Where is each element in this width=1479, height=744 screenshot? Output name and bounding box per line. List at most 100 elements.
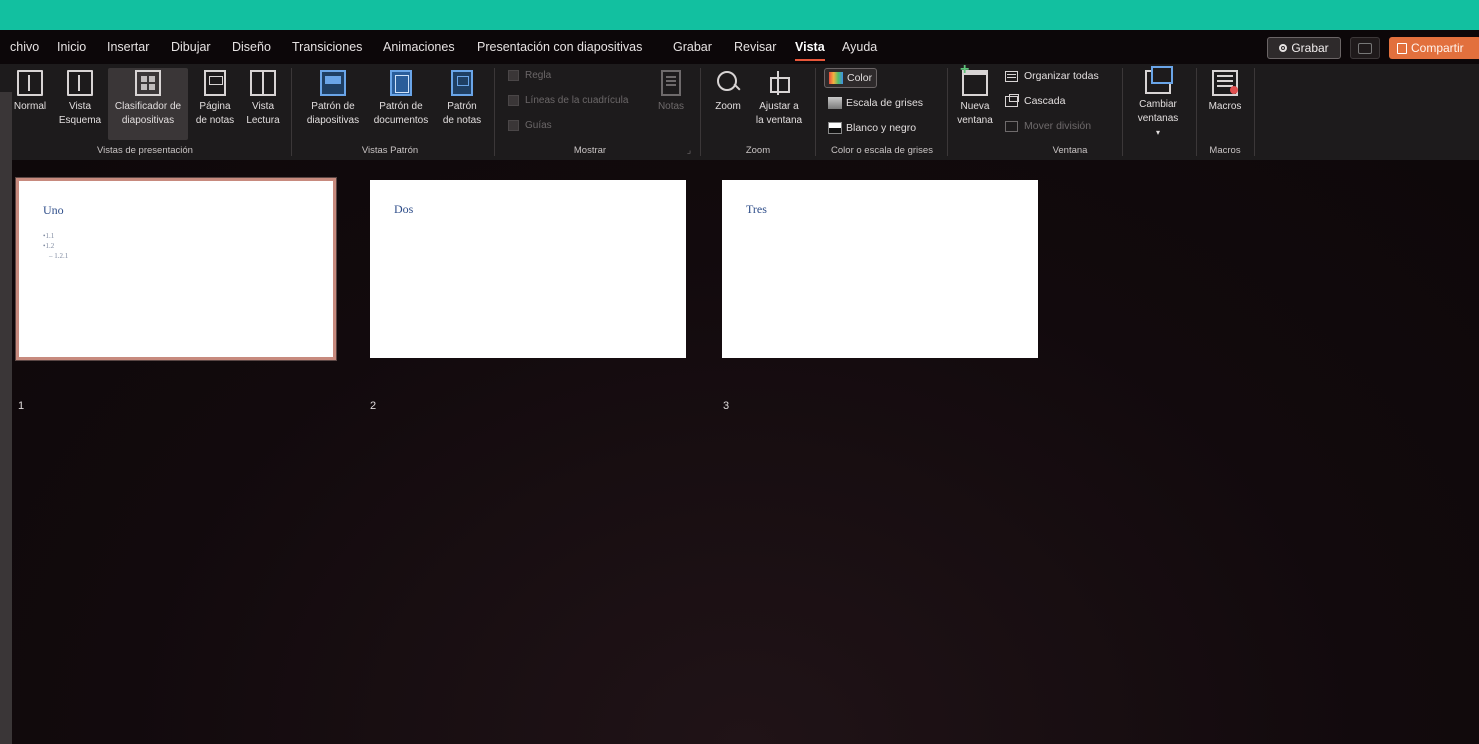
tab-diseno[interactable]: Diseño	[232, 40, 271, 58]
slide-sorter-button[interactable]: Clasificador de diapositivas	[108, 68, 188, 140]
menu-bar: chivo Inicio Insertar Dibujar Diseño Tra…	[0, 30, 1479, 64]
outline-view-button[interactable]: Vista Esquema	[55, 68, 105, 140]
slide-master-icon	[320, 70, 346, 96]
ribbon: Normal Vista Esquema Clasificador de dia…	[0, 63, 1479, 160]
show-dialog-launcher[interactable]: ⌟	[684, 145, 694, 156]
record-icon	[1279, 44, 1288, 52]
black-white-label: Blanco y negro	[846, 122, 917, 134]
notes-icon	[661, 70, 681, 96]
slide-title: Tres	[746, 202, 767, 216]
reading-view-button[interactable]: Vista Lectura	[241, 68, 285, 140]
handout-master-button[interactable]: Patrón de documentos	[368, 68, 434, 140]
notes-button[interactable]: Notas	[650, 68, 692, 140]
reading-view-label: Vista Lectura	[246, 101, 280, 126]
slide-thumbnail-3[interactable]: Tres	[722, 180, 1038, 358]
normal-view-button[interactable]: Normal	[8, 68, 52, 140]
arrange-all-button[interactable]: Organizar todas	[1005, 70, 1099, 82]
outline-view-label: Vista Esquema	[58, 101, 102, 126]
color-mode-button[interactable]: Color	[824, 68, 878, 88]
powerpoint-window: chivo Inicio Insertar Dibujar Diseño Tra…	[0, 30, 1479, 744]
ruler-checkbox[interactable]: Regla	[508, 70, 551, 81]
group-label-color: Color o escala de grises	[831, 145, 933, 156]
reading-view-icon	[250, 70, 276, 96]
move-split-button[interactable]: Mover división	[1005, 120, 1091, 132]
slide-number-1: 1	[18, 400, 25, 412]
group-separator	[1196, 68, 1197, 156]
arrange-all-icon	[1005, 70, 1018, 82]
record-label: Grabar	[1291, 41, 1329, 55]
slide-sorter-area: Uno •1.1 •1.2 – 1.2.1 1 Dos 2 Tres 3	[12, 160, 1479, 744]
tab-grabar[interactable]: Grabar	[673, 40, 712, 58]
tab-presentacion[interactable]: Presentación con diapositivas	[477, 40, 642, 58]
slide-master-button[interactable]: Patrón de diapositivas	[298, 68, 368, 140]
cascade-icon	[1005, 93, 1019, 107]
fit-to-window-button[interactable]: Ajustar a la ventana	[750, 68, 808, 140]
comments-button[interactable]	[1350, 37, 1380, 59]
guides-checkbox[interactable]: Guías	[508, 120, 552, 131]
ruler-label: Regla	[525, 70, 552, 81]
tab-insertar[interactable]: Insertar	[107, 40, 149, 58]
fit-to-window-label: Ajustar a la ventana	[755, 101, 803, 126]
zoom-button[interactable]: Zoom	[706, 68, 750, 140]
group-label-master-views: Vistas Patrón	[361, 145, 419, 156]
tab-vista[interactable]: Vista	[795, 40, 825, 61]
grayscale-label: Escala de grises	[846, 97, 924, 109]
tab-transiciones[interactable]: Transiciones	[292, 40, 362, 58]
handout-master-label: Patrón de documentos	[373, 101, 429, 126]
slide-sorter-icon	[135, 70, 161, 96]
move-split-label: Mover división	[1024, 120, 1092, 132]
slide-bullet: – 1.2.1	[49, 252, 69, 260]
group-label-macros: Macros	[1209, 145, 1241, 156]
slide-bullet: •1.2	[43, 242, 55, 250]
chevron-down-icon: ▾	[1155, 128, 1160, 137]
switch-windows-button[interactable]: Cambiar ventanas ▾	[1126, 66, 1190, 140]
group-separator	[291, 68, 292, 156]
cascade-label: Cascada	[1024, 95, 1066, 107]
notes-page-button[interactable]: Página de notas	[191, 68, 239, 140]
grayscale-button[interactable]: Escala de grises	[824, 93, 927, 113]
group-separator	[494, 68, 495, 156]
slide-thumbnail-2[interactable]: Dos	[370, 180, 686, 358]
tab-dibujar[interactable]: Dibujar	[171, 40, 211, 58]
zoom-icon	[715, 70, 741, 96]
move-split-icon	[1005, 120, 1018, 132]
switch-windows-label: Cambiar ventanas	[1137, 99, 1179, 124]
slide-bullets: •1.1 •1.2 – 1.2.1	[43, 231, 68, 261]
color-mode-label: Color	[847, 72, 873, 84]
outline-view-icon	[67, 70, 93, 96]
group-separator	[700, 68, 701, 156]
slide-thumbnail-1[interactable]: Uno •1.1 •1.2 – 1.2.1	[15, 177, 337, 361]
gridlines-checkbox[interactable]: Líneas de la cuadrícula	[508, 95, 628, 106]
share-button[interactable]: Compartir	[1389, 37, 1479, 59]
tab-revisar[interactable]: Revisar	[734, 40, 776, 58]
notes-master-label: Patrón de notas	[442, 101, 482, 126]
fit-to-window-icon	[766, 70, 792, 96]
color-swatch-icon	[829, 72, 843, 84]
share-label: Compartir	[1411, 41, 1464, 55]
gridlines-check-box	[508, 95, 519, 106]
slide-number-3: 3	[723, 400, 730, 412]
macros-button[interactable]: Macros	[1202, 68, 1248, 140]
left-edge-panel	[0, 92, 12, 744]
gridlines-label: Líneas de la cuadrícula	[525, 95, 629, 106]
black-white-button[interactable]: Blanco y negro	[824, 118, 920, 138]
group-label-window: Ventana	[1052, 145, 1088, 156]
tab-ayuda[interactable]: Ayuda	[842, 40, 877, 58]
tab-animaciones[interactable]: Animaciones	[383, 40, 455, 58]
tab-inicio[interactable]: Inicio	[57, 40, 86, 58]
record-button[interactable]: Grabar	[1267, 37, 1341, 59]
notes-page-label: Página de notas	[195, 101, 235, 126]
cascade-button[interactable]: Cascada	[1005, 93, 1066, 107]
tab-archivo[interactable]: chivo	[10, 40, 39, 58]
group-separator	[947, 68, 948, 156]
guides-label: Guías	[525, 120, 552, 131]
arrange-all-label: Organizar todas	[1024, 70, 1099, 82]
new-window-button[interactable]: Nueva ventana	[952, 63, 998, 140]
notes-master-button[interactable]: Patrón de notas	[436, 68, 488, 140]
grayscale-swatch-icon	[828, 97, 842, 109]
normal-view-label: Normal	[13, 101, 47, 112]
group-label-zoom: Zoom	[745, 145, 771, 156]
slide-master-label: Patrón de diapositivas	[306, 101, 360, 126]
macros-icon	[1212, 70, 1238, 96]
notes-page-icon	[204, 70, 226, 96]
